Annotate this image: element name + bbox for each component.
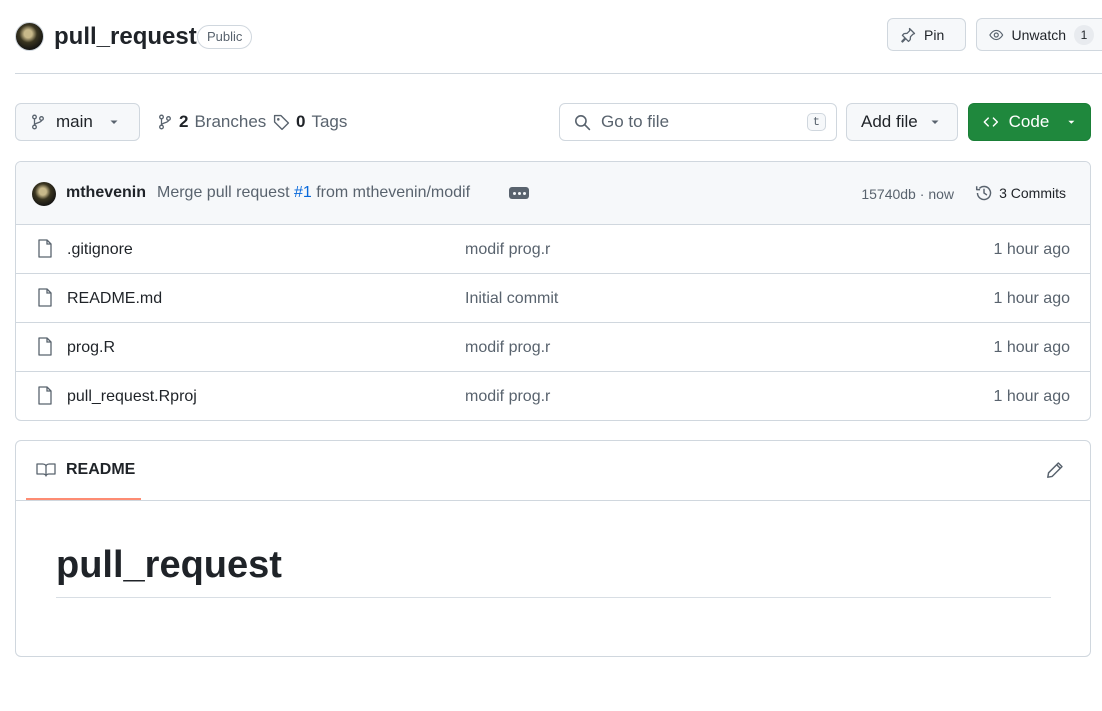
branches-link[interactable]: 2 Branches	[157, 103, 266, 141]
branch-icon	[32, 114, 44, 130]
pencil-icon[interactable]	[1046, 461, 1064, 479]
latest-commit-bar: mthevenin Merge pull request #1 from mth…	[16, 162, 1090, 225]
commit-message-prefix: Merge pull request	[157, 184, 290, 201]
go-to-file-input[interactable]: Go to file t	[559, 103, 837, 141]
caret-down-icon	[1068, 120, 1075, 124]
file-commit-message[interactable]: modif prog.r	[465, 241, 550, 259]
readme-heading: pull_request	[56, 544, 1051, 598]
commit-meta-separator: ·	[919, 186, 925, 202]
file-browser: mthevenin Merge pull request #1 from mth…	[15, 161, 1091, 421]
search-shortcut-hint: t	[806, 113, 826, 131]
pin-button[interactable]: Pin	[887, 18, 966, 51]
file-row[interactable]: pull_request.Rproj modif prog.r 1 hour a…	[16, 372, 1090, 420]
watch-count: 1	[1074, 24, 1094, 45]
commit-message-suffix: from mthevenin/modif	[316, 184, 471, 201]
repo-header: pull_request Public Pin Unwatch 1	[15, 18, 1102, 74]
eye-icon	[989, 29, 1004, 40]
code-button[interactable]: Code	[968, 103, 1091, 141]
file-name[interactable]: pull_request.Rproj	[67, 388, 197, 406]
readme-tab-bar: README	[16, 441, 1090, 501]
readme-tab-label: README	[66, 460, 136, 478]
pull-request-link[interactable]: #1	[294, 184, 312, 201]
commits-history-link[interactable]: 3 Commits	[975, 184, 1066, 202]
unwatch-button[interactable]: Unwatch 1	[976, 18, 1102, 51]
file-row[interactable]: .gitignore modif prog.r 1 hour ago	[16, 225, 1090, 274]
pin-label: Pin	[924, 26, 945, 43]
file-icon	[38, 386, 52, 405]
unwatch-label: Unwatch	[1011, 26, 1066, 43]
branches-count: 2	[179, 112, 189, 131]
file-row[interactable]: README.md Initial commit 1 hour ago	[16, 274, 1090, 323]
branch-selector[interactable]: main	[15, 103, 140, 141]
expand-commit-button[interactable]	[509, 187, 529, 199]
file-name[interactable]: README.md	[67, 290, 162, 308]
tab-readme[interactable]: README	[26, 441, 141, 500]
file-commit-message[interactable]: Initial commit	[465, 290, 558, 308]
file-updated-time: 1 hour ago	[993, 388, 1070, 405]
file-updated-time: 1 hour ago	[993, 290, 1070, 307]
tags-count: 0	[296, 112, 306, 131]
repo-toolbar: main 2 Branches 0 Tags Go to file t Add …	[15, 103, 1091, 141]
author-avatar[interactable]	[32, 182, 56, 206]
file-name[interactable]: .gitignore	[67, 241, 133, 259]
file-commit-message[interactable]: modif prog.r	[465, 339, 550, 357]
branch-icon	[159, 114, 171, 130]
history-icon	[976, 185, 992, 201]
readme-panel: README pull_request	[15, 440, 1091, 657]
file-updated-time: 1 hour ago	[993, 339, 1070, 356]
book-icon	[36, 462, 56, 477]
file-icon	[38, 239, 52, 258]
caret-down-icon	[931, 120, 939, 124]
repo-name[interactable]: pull_request	[54, 23, 197, 51]
tag-icon	[273, 114, 290, 130]
tags-link[interactable]: 0 Tags	[273, 103, 347, 141]
add-file-button[interactable]: Add file	[846, 103, 958, 141]
search-placeholder: Go to file	[601, 112, 670, 131]
file-row[interactable]: prog.R modif prog.r 1 hour ago	[16, 323, 1090, 372]
search-icon	[575, 114, 591, 130]
commit-time: now	[928, 186, 954, 202]
commit-message[interactable]: Merge pull request #1 from mthevenin/mod…	[157, 184, 470, 202]
caret-down-icon	[110, 120, 118, 124]
branch-name: main	[56, 112, 93, 131]
pin-icon	[901, 27, 916, 43]
file-commit-message[interactable]: modif prog.r	[465, 388, 550, 406]
branches-label: Branches	[194, 112, 267, 131]
add-file-label: Add file	[861, 112, 918, 131]
commit-author[interactable]: mthevenin	[66, 184, 146, 202]
tags-label: Tags	[311, 112, 348, 131]
file-icon	[38, 288, 52, 307]
visibility-badge: Public	[197, 25, 253, 49]
file-name[interactable]: prog.R	[67, 339, 115, 357]
commit-meta: 15740db · now	[861, 186, 954, 202]
file-updated-time: 1 hour ago	[993, 241, 1070, 258]
file-icon	[38, 337, 52, 356]
code-icon	[983, 117, 999, 127]
commits-label: 3 Commits	[999, 185, 1066, 201]
code-label: Code	[1008, 112, 1050, 131]
commit-hash[interactable]: 15740db	[861, 186, 916, 202]
owner-avatar[interactable]	[15, 22, 44, 51]
